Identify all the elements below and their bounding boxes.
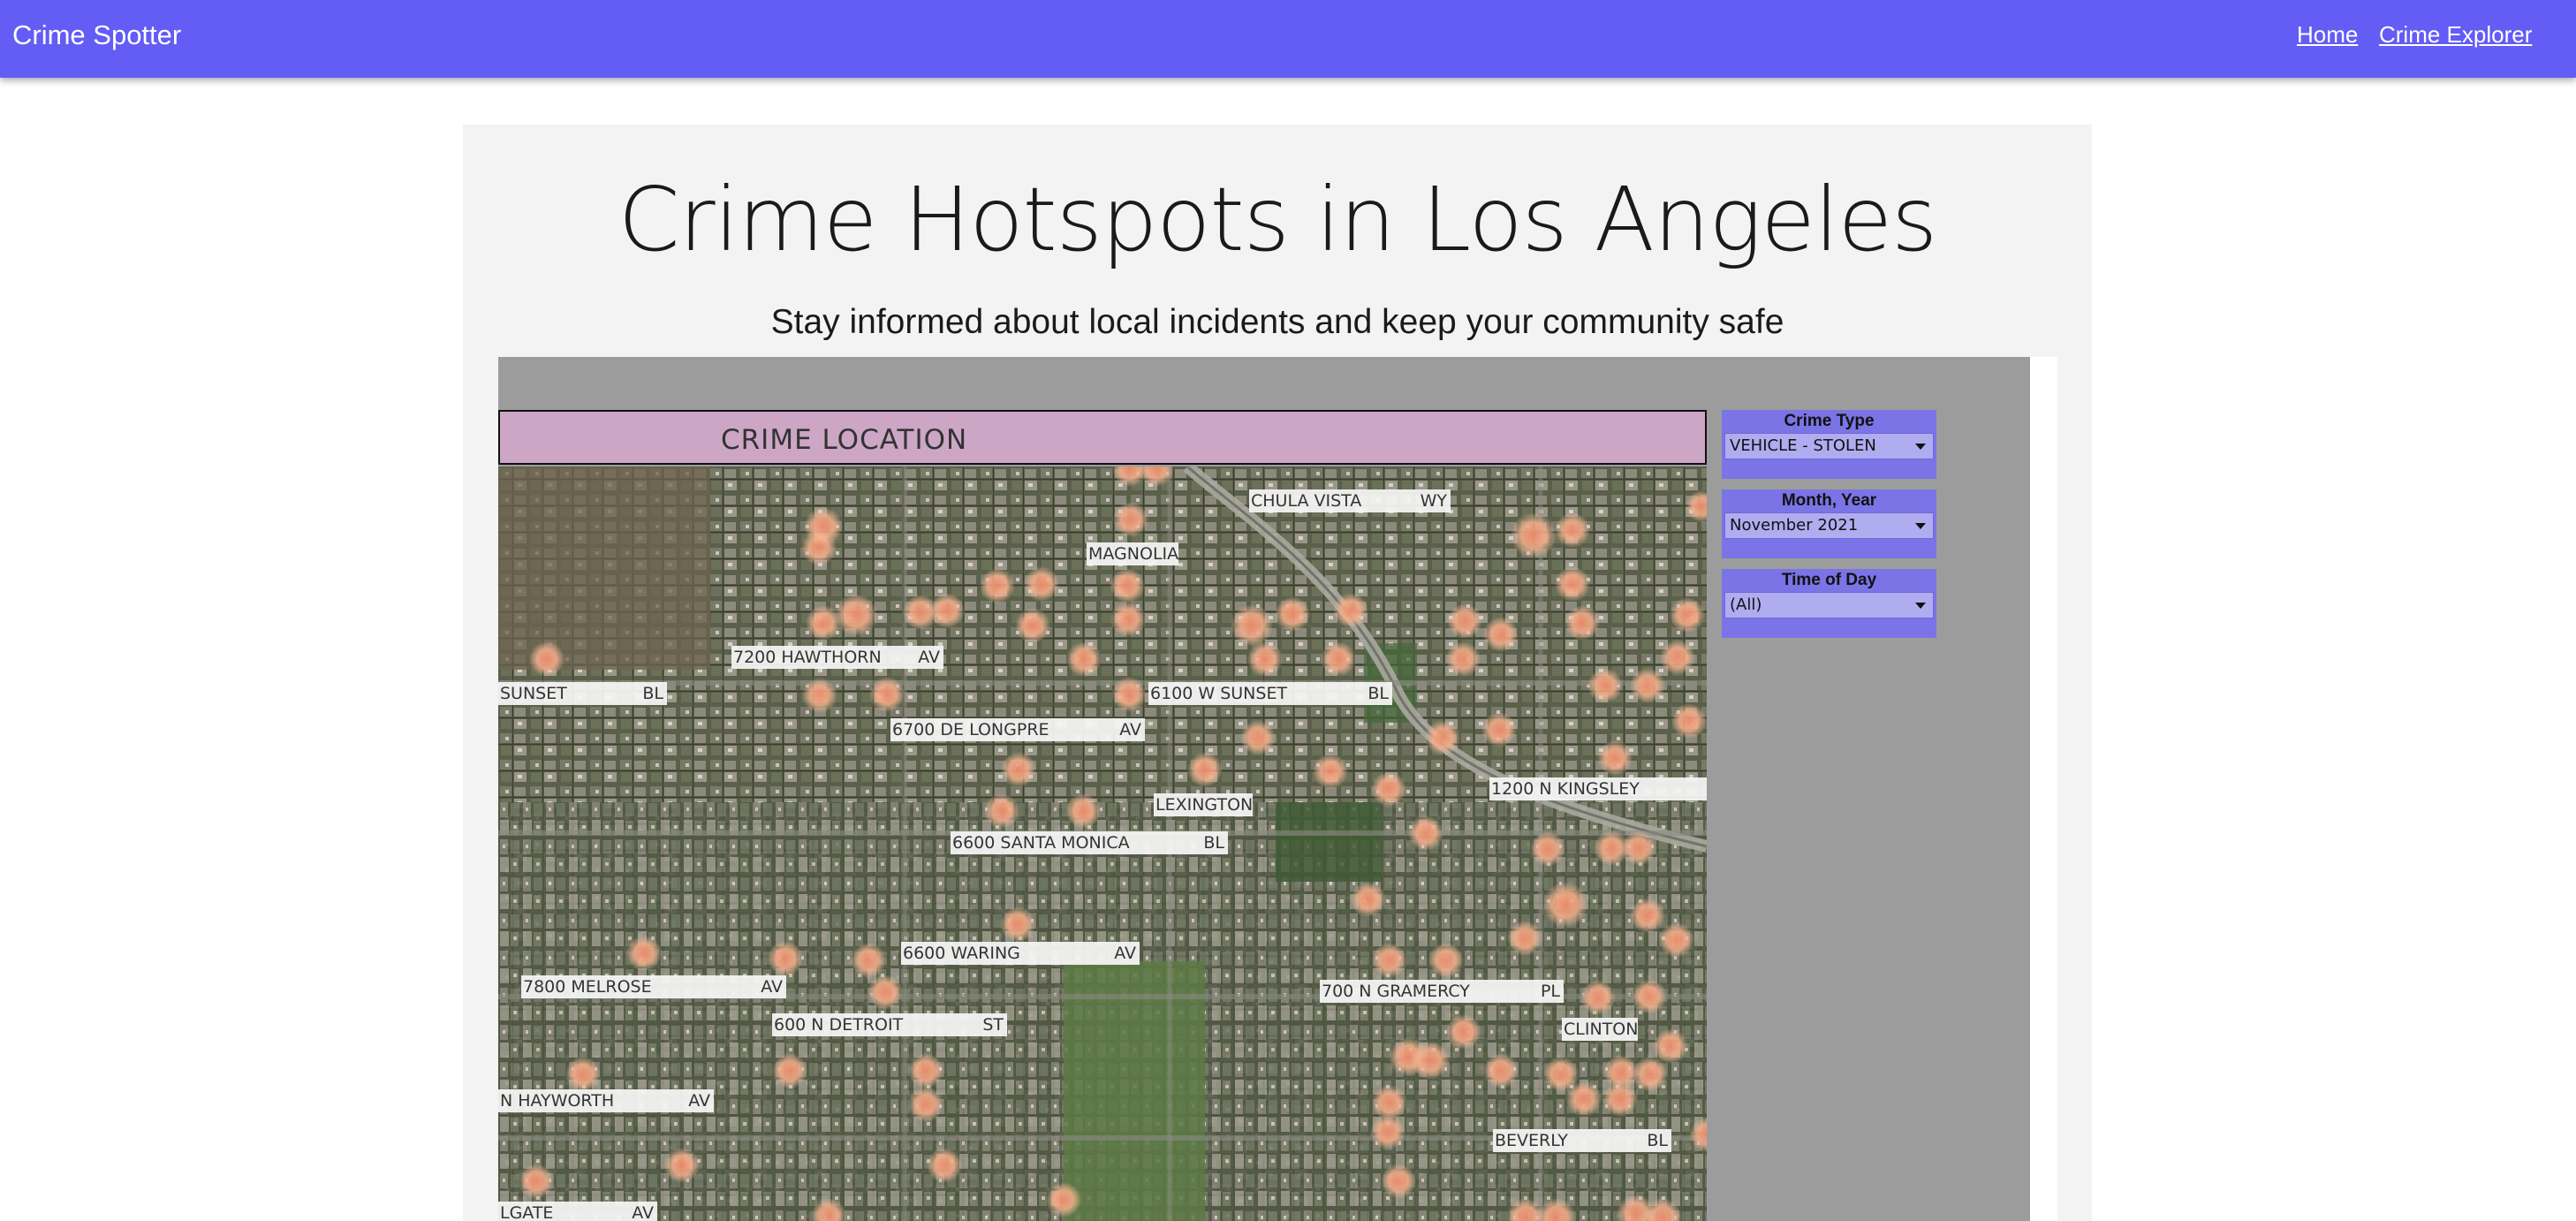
filter-time-of-day: Time of Day (All)	[1722, 569, 1936, 638]
street-label: 7200 HAWTHORN AV	[731, 646, 943, 669]
street-label: SUNSET BL	[498, 682, 667, 705]
street-label: BEVERLY BL	[1493, 1129, 1671, 1152]
street-label: 7800 MELROSE AV	[521, 975, 786, 998]
nav-link-crime-explorer[interactable]: Crime Explorer	[2379, 21, 2532, 49]
filter-time-of-day-label: Time of Day	[1781, 571, 1877, 589]
dropdown-arrow-icon	[1915, 444, 1926, 450]
month-year-dropdown[interactable]: November 2021	[1724, 512, 1934, 539]
tableau-viz: CRIME LOCATION CHULA VISTA WY MAGNOLIA 7…	[498, 357, 2030, 1221]
street-label: LGATE AV	[498, 1202, 657, 1221]
time-of-day-value: (All)	[1730, 595, 1762, 614]
crime-map[interactable]: CHULA VISTA WY MAGNOLIA 7200 HAWTHORN AV S…	[498, 466, 1707, 1221]
street-label: 700 N GRAMERCY PL	[1320, 980, 1564, 1003]
street-label: 6600 WARING AV	[901, 942, 1140, 965]
dropdown-arrow-icon	[1915, 523, 1926, 529]
map-title-bar: CRIME LOCATION	[498, 410, 1707, 465]
street-label: CHULA VISTA WY	[1249, 489, 1451, 512]
street-label: 6100 W SUNSET BL	[1148, 682, 1392, 705]
street-label: 600 N DETROIT ST	[772, 1013, 1007, 1036]
dropdown-arrow-icon	[1915, 603, 1926, 609]
month-year-value: November 2021	[1730, 516, 1859, 535]
street-label: MAGNOLIA	[1087, 542, 1178, 565]
filter-month-year: Month, Year November 2021	[1722, 489, 1936, 558]
filter-crime-type: Crime Type VEHICLE - STOLEN	[1722, 410, 1936, 479]
time-of-day-dropdown[interactable]: (All)	[1724, 592, 1934, 618]
street-label: 1200 N KINGSLEY	[1489, 777, 1707, 800]
crime-type-value: VEHICLE - STOLEN	[1730, 436, 1876, 455]
top-navbar: Crime Spotter Home Crime Explorer	[0, 0, 2576, 78]
filter-month-year-label: Month, Year	[1781, 491, 1877, 510]
street-label: CLINTON	[1562, 1018, 1638, 1041]
filter-crime-type-label: Crime Type	[1784, 412, 1875, 430]
street-label: N HAYWORTH AV	[498, 1089, 714, 1112]
map-title: CRIME LOCATION	[721, 424, 968, 456]
nav-link-home[interactable]: Home	[2297, 21, 2358, 49]
street-label: LEXINGTON	[1154, 793, 1253, 816]
crime-type-dropdown[interactable]: VEHICLE - STOLEN	[1724, 433, 1934, 459]
brand-logo-text[interactable]: Crime Spotter	[12, 19, 181, 51]
street-label: 6700 DE LONGPRE AV	[890, 718, 1145, 741]
street-label: 6600 SANTA MONICA BL	[951, 831, 1228, 854]
